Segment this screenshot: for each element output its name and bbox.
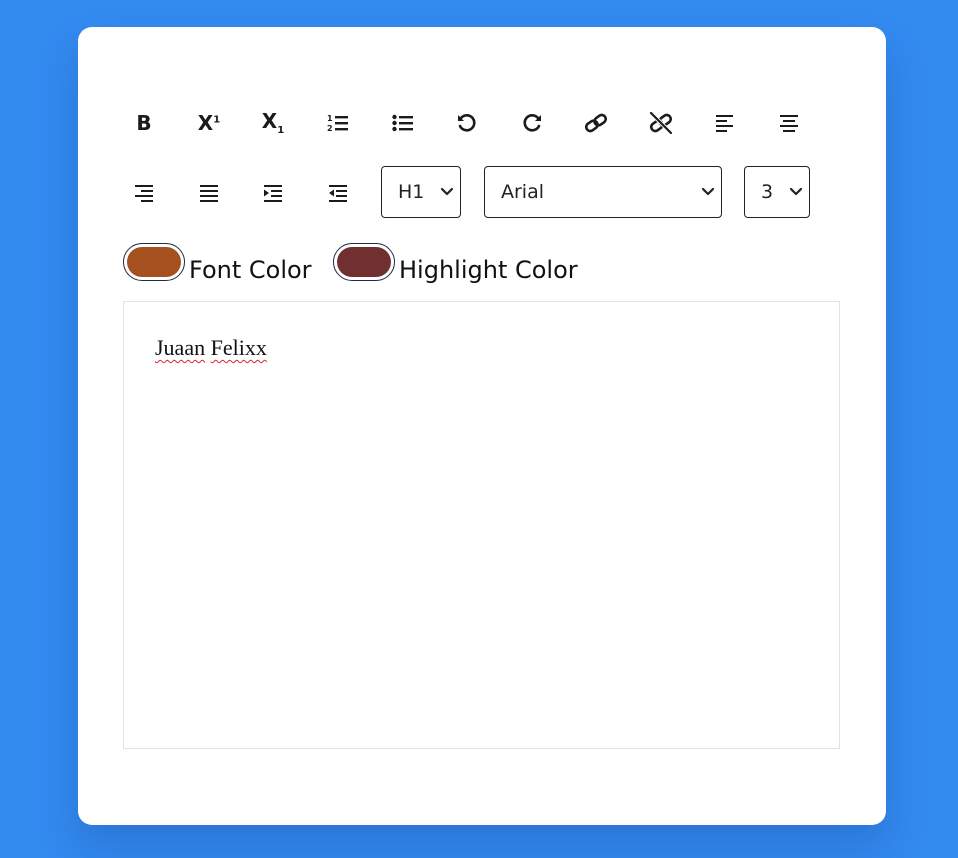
- align-left-button[interactable]: [701, 103, 749, 143]
- superscript-button[interactable]: X1: [185, 103, 233, 143]
- font-color-picker[interactable]: [123, 243, 185, 281]
- font-family-select-value: Arial: [501, 181, 545, 203]
- chevron-down-icon: [701, 187, 715, 196]
- unlink-button[interactable]: [637, 103, 685, 143]
- bold-icon: B: [136, 111, 152, 135]
- align-left-icon: [716, 115, 733, 132]
- undo-button[interactable]: [443, 103, 491, 143]
- unordered-list-icon: [392, 114, 413, 132]
- outdent-icon: [329, 185, 347, 202]
- indent-icon: [264, 185, 282, 202]
- heading-select-value: H1: [398, 181, 425, 203]
- text-editor[interactable]: Juaan Felixx: [123, 301, 840, 749]
- subscript-icon: X1: [261, 108, 285, 136]
- highlight-color-swatch: [337, 247, 391, 277]
- redo-icon: [523, 113, 541, 132]
- unordered-list-button[interactable]: [379, 103, 427, 143]
- link-button[interactable]: [572, 103, 620, 143]
- editor-word: Juaan: [155, 335, 206, 360]
- link-icon: [584, 113, 608, 133]
- unlink-icon: [649, 112, 673, 134]
- svg-text:2: 2: [327, 124, 333, 133]
- superscript-icon: X1: [197, 111, 221, 135]
- chevron-down-icon: [789, 187, 803, 196]
- bold-button[interactable]: B: [120, 103, 168, 143]
- editor-content[interactable]: Juaan Felixx: [155, 335, 267, 361]
- font-family-select[interactable]: Arial: [484, 166, 722, 218]
- editor-word: Felixx: [210, 335, 267, 360]
- align-right-button[interactable]: [120, 173, 168, 213]
- font-color-swatch: [127, 247, 181, 277]
- align-center-button[interactable]: [765, 103, 813, 143]
- ordered-list-button[interactable]: 1 2: [314, 103, 362, 143]
- redo-button[interactable]: [508, 103, 556, 143]
- heading-select[interactable]: H1: [381, 166, 461, 218]
- chevron-down-icon: [440, 187, 454, 196]
- font-size-select[interactable]: 3: [744, 166, 810, 218]
- ordered-list-icon: 1 2: [327, 114, 348, 133]
- justify-button[interactable]: [185, 173, 233, 213]
- font-color-label: Font Color: [189, 256, 312, 284]
- indent-button[interactable]: [249, 173, 297, 213]
- highlight-color-label: Highlight Color: [399, 256, 578, 284]
- justify-icon: [200, 185, 218, 202]
- svg-text:1: 1: [327, 114, 333, 123]
- font-size-select-value: 3: [761, 181, 774, 203]
- align-right-icon: [135, 185, 153, 202]
- highlight-color-picker[interactable]: [333, 243, 395, 281]
- undo-icon: [458, 113, 476, 132]
- outdent-button[interactable]: [314, 173, 362, 213]
- align-center-icon: [780, 115, 798, 132]
- subscript-button[interactable]: X1: [249, 103, 297, 143]
